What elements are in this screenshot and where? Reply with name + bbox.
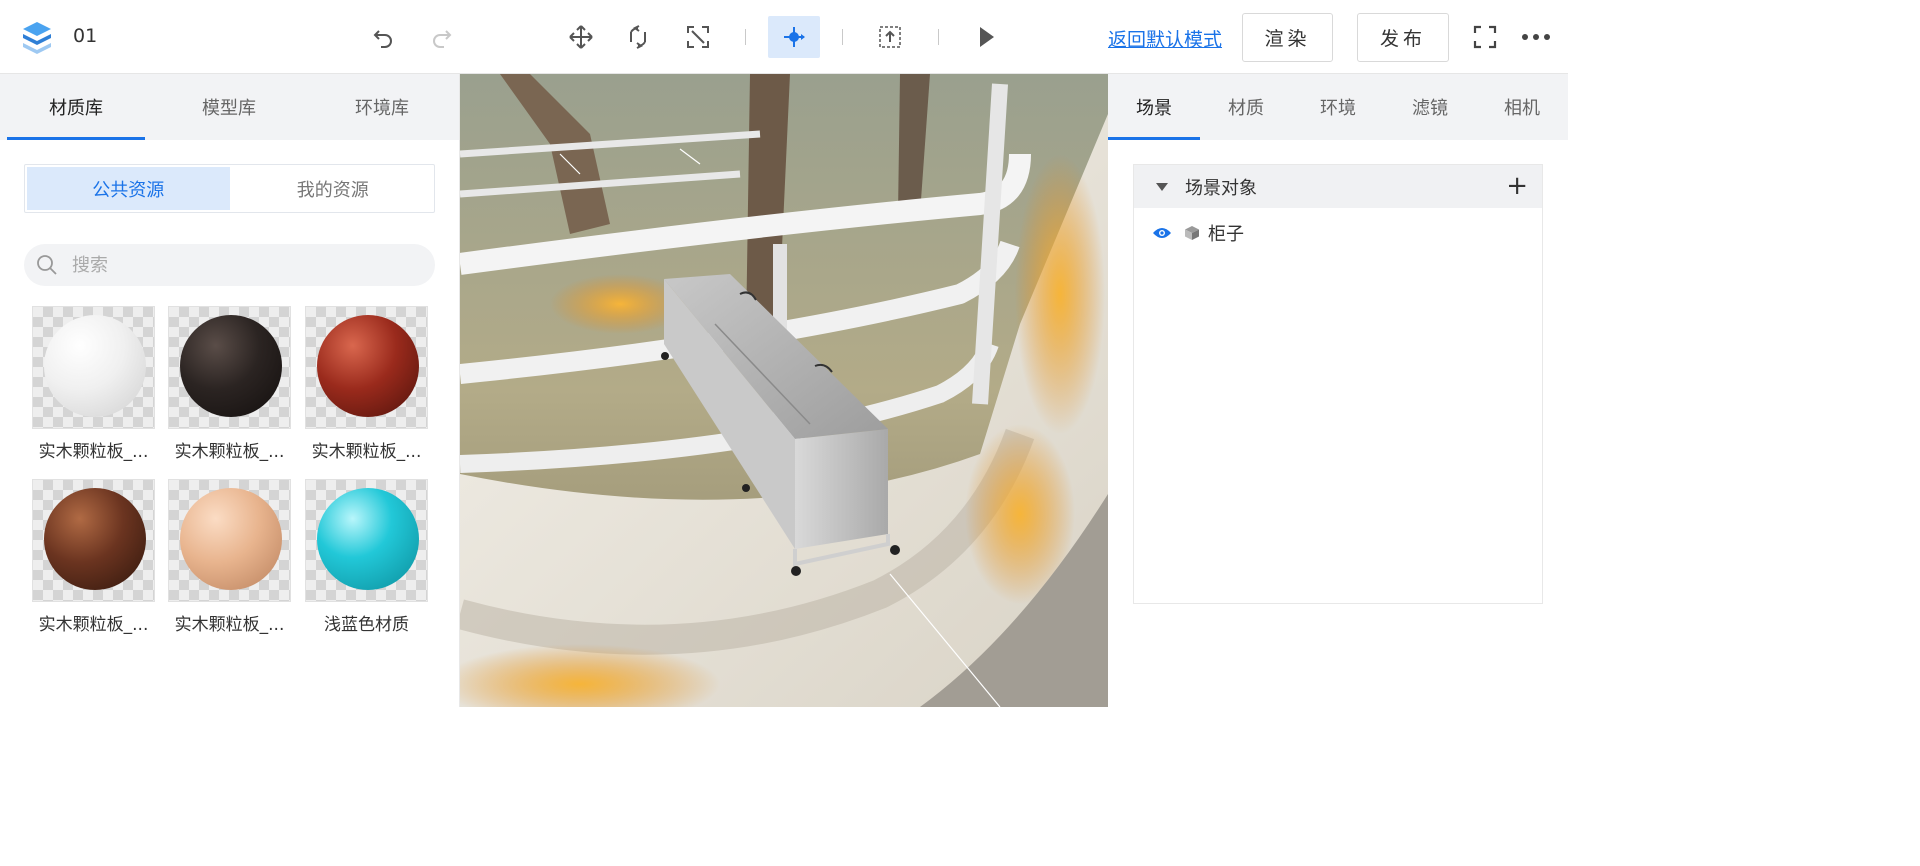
tab-camera[interactable]: 相机 — [1476, 74, 1568, 140]
tab-model-library[interactable]: 模型库 — [160, 74, 298, 140]
material-sphere — [180, 488, 282, 590]
eye-icon[interactable] — [1152, 226, 1172, 240]
tab-material-library[interactable]: 材质库 — [7, 74, 145, 140]
play-button[interactable] — [960, 16, 1012, 58]
redo-icon — [433, 30, 452, 48]
move-tool-button[interactable] — [555, 16, 607, 58]
material-thumbnail — [305, 306, 428, 429]
material-label: 浅蓝色材质 — [324, 615, 409, 635]
rotate-icon — [630, 25, 646, 49]
scene-objects-title: 场景对象 — [1185, 177, 1257, 199]
tab-environment-library[interactable]: 环境库 — [313, 74, 451, 140]
scene-objects-panel: 场景对象 + 柜子 — [1133, 164, 1543, 604]
material-thumbnail — [32, 479, 155, 602]
material-item[interactable]: 浅蓝色材质 — [305, 479, 428, 635]
material-label: 实木颗粒板_... — [174, 442, 285, 462]
properties-tabs: 场景 材质 环境 滤镜 相机 — [1108, 74, 1568, 140]
caret-down-icon — [1156, 182, 1168, 191]
right-panel: 场景 材质 环境 滤镜 相机 场景对象 + 柜子 — [1108, 74, 1568, 707]
layers-logo-icon — [23, 22, 51, 54]
tab-material[interactable]: 材质 — [1200, 74, 1292, 140]
scale-icon — [687, 26, 709, 48]
library-tabs: 材质库 模型库 环境库 — [0, 74, 459, 140]
fullscreen-icon — [1473, 25, 1497, 49]
pivot-tool-button[interactable] — [768, 16, 820, 58]
material-thumbnail — [32, 306, 155, 429]
scale-tool-button[interactable] — [672, 16, 724, 58]
top-toolbar: 01 返回默认模式 渲染 发布 — [0, 0, 1568, 74]
more-menu-button[interactable] — [1521, 22, 1551, 52]
scene-object-row[interactable]: 柜子 — [1134, 208, 1542, 258]
material-item[interactable]: 实木颗粒板_... — [168, 479, 291, 635]
tab-scene[interactable]: 场景 — [1108, 74, 1200, 140]
material-label: 实木颗粒板_... — [38, 442, 149, 462]
add-object-button[interactable]: + — [1506, 171, 1528, 201]
scene-render — [460, 74, 1108, 707]
return-default-mode-link[interactable]: 返回默认模式 — [1108, 25, 1222, 52]
material-label: 实木颗粒板_... — [311, 442, 422, 462]
toolbar-divider — [745, 29, 746, 45]
material-sphere — [44, 315, 146, 417]
tab-my-resources[interactable]: 我的资源 — [232, 165, 435, 212]
left-panel: 材质库 模型库 环境库 公共资源 我的资源 实木颗粒板_... 实木颗粒板_..… — [0, 74, 460, 707]
material-item[interactable]: 实木颗粒板_... — [168, 306, 291, 462]
material-sphere — [317, 488, 419, 590]
project-name: 01 — [73, 25, 98, 47]
redo-button[interactable] — [416, 16, 468, 58]
material-thumbnail — [305, 479, 428, 602]
render-button[interactable]: 渲染 — [1242, 13, 1333, 62]
upload-tool-button[interactable] — [864, 16, 916, 58]
material-thumbnail — [168, 479, 291, 602]
search-icon — [37, 255, 57, 275]
fullscreen-button[interactable] — [1470, 22, 1500, 52]
resource-switch: 公共资源 我的资源 — [24, 164, 435, 213]
search-box — [24, 244, 435, 286]
upload-icon — [879, 26, 901, 48]
scene-objects-header[interactable]: 场景对象 + — [1134, 165, 1542, 208]
material-sphere — [317, 315, 419, 417]
scene-object-name: 柜子 — [1208, 224, 1244, 245]
pivot-icon — [784, 27, 805, 47]
play-icon — [980, 27, 994, 47]
toolbar-divider — [842, 29, 843, 45]
material-sphere — [44, 488, 146, 590]
publish-button[interactable]: 发布 — [1357, 13, 1449, 62]
3d-viewport[interactable] — [460, 74, 1108, 707]
material-label: 实木颗粒板_... — [174, 615, 285, 635]
material-thumbnail — [168, 306, 291, 429]
tab-environment[interactable]: 环境 — [1292, 74, 1384, 140]
material-item[interactable]: 实木颗粒板_... — [305, 306, 428, 462]
material-item[interactable]: 实木颗粒板_... — [32, 306, 155, 462]
material-label: 实木颗粒板_... — [38, 615, 149, 635]
material-item[interactable]: 实木颗粒板_... — [32, 479, 155, 635]
tab-public-resources[interactable]: 公共资源 — [27, 167, 230, 210]
rotate-tool-button[interactable] — [612, 16, 664, 58]
cube-icon — [1185, 226, 1199, 240]
toolbar-divider — [938, 29, 939, 45]
more-icon — [1522, 34, 1550, 40]
undo-icon — [373, 30, 392, 48]
material-sphere — [180, 315, 282, 417]
search-input[interactable] — [72, 254, 372, 276]
move-icon — [569, 25, 593, 49]
undo-button[interactable] — [357, 16, 409, 58]
tab-filter[interactable]: 滤镜 — [1384, 74, 1476, 140]
